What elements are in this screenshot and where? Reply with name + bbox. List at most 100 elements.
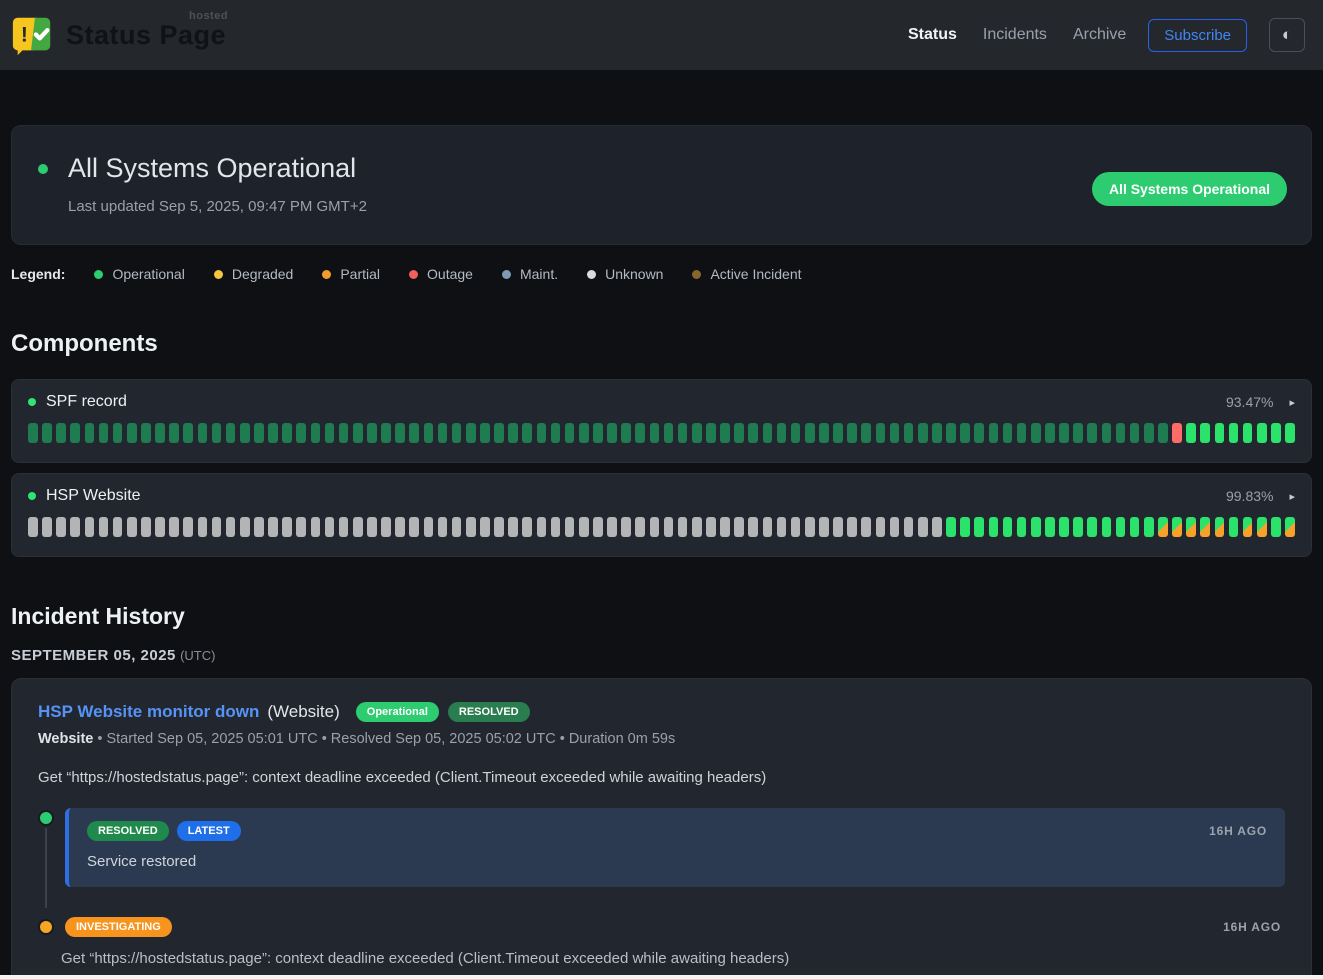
uptime-bar-darkgreen[interactable]	[1144, 423, 1154, 443]
uptime-bar-darkgreen[interactable]	[932, 423, 942, 443]
uptime-bar-darkgreen[interactable]	[621, 423, 631, 443]
uptime-bar-gray[interactable]	[296, 517, 306, 537]
uptime-bar-green[interactable]	[946, 517, 956, 537]
incident-title-link[interactable]: HSP Website monitor down	[38, 702, 259, 722]
uptime-bar-darkgreen[interactable]	[1017, 423, 1027, 443]
uptime-bar-green[interactable]	[1003, 517, 1013, 537]
uptime-bar-darkgreen[interactable]	[127, 423, 137, 443]
uptime-bar-darkgreen[interactable]	[1059, 423, 1069, 443]
uptime-bar-darkgreen[interactable]	[918, 423, 928, 443]
uptime-bar-darkgreen[interactable]	[904, 423, 914, 443]
uptime-bar-green[interactable]	[1271, 423, 1281, 443]
uptime-bar-darkgreen[interactable]	[296, 423, 306, 443]
uptime-bar-darkgreen[interactable]	[1116, 423, 1126, 443]
uptime-bar-gray[interactable]	[226, 517, 236, 537]
uptime-bar-green[interactable]	[1215, 423, 1225, 443]
uptime-bar-gray[interactable]	[56, 517, 66, 537]
uptime-bar-darkgreen[interactable]	[56, 423, 66, 443]
uptime-bar-gray[interactable]	[254, 517, 264, 537]
uptime-bar-darkgreen[interactable]	[466, 423, 476, 443]
uptime-bar-gray[interactable]	[565, 517, 575, 537]
uptime-bar-gray[interactable]	[85, 517, 95, 537]
uptime-bar-gray[interactable]	[381, 517, 391, 537]
uptime-bar-gray[interactable]	[169, 517, 179, 537]
uptime-bar-darkgreen[interactable]	[805, 423, 815, 443]
uptime-bar-darkgreen[interactable]	[183, 423, 193, 443]
uptime-bar-darkgreen[interactable]	[480, 423, 490, 443]
uptime-bar-green[interactable]	[1271, 517, 1281, 537]
uptime-bar-darkgreen[interactable]	[409, 423, 419, 443]
uptime-bar-gray[interactable]	[183, 517, 193, 537]
uptime-bar-darkgreen[interactable]	[1073, 423, 1083, 443]
uptime-bar-darkgreen[interactable]	[537, 423, 547, 443]
uptime-bar-darkgreen[interactable]	[1031, 423, 1041, 443]
uptime-bar-gray[interactable]	[692, 517, 702, 537]
subscribe-button[interactable]: Subscribe	[1148, 19, 1247, 52]
uptime-bar-darkgreen[interactable]	[339, 423, 349, 443]
uptime-bar-darkgreen[interactable]	[989, 423, 999, 443]
uptime-bar-darkgreen[interactable]	[438, 423, 448, 443]
uptime-bar-gray[interactable]	[522, 517, 532, 537]
uptime-bar-darkgreen[interactable]	[861, 423, 871, 443]
uptime-bar-gray[interactable]	[212, 517, 222, 537]
uptime-bar-darkgreen[interactable]	[381, 423, 391, 443]
uptime-bar-gray[interactable]	[438, 517, 448, 537]
uptime-bar-gray[interactable]	[282, 517, 292, 537]
uptime-bar-darkgreen[interactable]	[395, 423, 405, 443]
uptime-bar-gray[interactable]	[198, 517, 208, 537]
uptime-bar-darkgreen[interactable]	[960, 423, 970, 443]
uptime-bar-split[interactable]	[1215, 517, 1225, 537]
uptime-bar-darkgreen[interactable]	[254, 423, 264, 443]
theme-toggle-button[interactable]: ◐	[1269, 18, 1305, 52]
uptime-bar-darkgreen[interactable]	[579, 423, 589, 443]
uptime-bar-gray[interactable]	[42, 517, 52, 537]
uptime-bar-darkgreen[interactable]	[169, 423, 179, 443]
uptime-bar-gray[interactable]	[367, 517, 377, 537]
uptime-bar-green[interactable]	[1017, 517, 1027, 537]
uptime-bar-gray[interactable]	[99, 517, 109, 537]
uptime-bar-green[interactable]	[1144, 517, 1154, 537]
uptime-bar-gray[interactable]	[833, 517, 843, 537]
uptime-bar-darkgreen[interactable]	[847, 423, 857, 443]
uptime-bar-gray[interactable]	[918, 517, 928, 537]
nav-item-incidents[interactable]: Incidents	[983, 26, 1047, 44]
uptime-bar-darkgreen[interactable]	[763, 423, 773, 443]
uptime-bar-gray[interactable]	[805, 517, 815, 537]
uptime-bar-darkgreen[interactable]	[565, 423, 575, 443]
uptime-bar-green[interactable]	[1229, 517, 1239, 537]
uptime-bar-gray[interactable]	[876, 517, 886, 537]
uptime-bar-darkgreen[interactable]	[734, 423, 744, 443]
uptime-bar-green[interactable]	[1116, 517, 1126, 537]
uptime-bar-green[interactable]	[1285, 423, 1295, 443]
uptime-bar-gray[interactable]	[890, 517, 900, 537]
uptime-bar-gray[interactable]	[113, 517, 123, 537]
uptime-bar-gray[interactable]	[904, 517, 914, 537]
uptime-bar-darkgreen[interactable]	[706, 423, 716, 443]
uptime-bar-green[interactable]	[1087, 517, 1097, 537]
uptime-bar-darkgreen[interactable]	[42, 423, 52, 443]
uptime-bar-gray[interactable]	[395, 517, 405, 537]
uptime-bar-darkgreen[interactable]	[664, 423, 674, 443]
uptime-bar-gray[interactable]	[480, 517, 490, 537]
uptime-bar-gray[interactable]	[325, 517, 335, 537]
uptime-bar-darkgreen[interactable]	[240, 423, 250, 443]
uptime-bar-darkgreen[interactable]	[198, 423, 208, 443]
uptime-bar-split[interactable]	[1257, 517, 1267, 537]
uptime-bar-gray[interactable]	[763, 517, 773, 537]
uptime-bar-gray[interactable]	[593, 517, 603, 537]
uptime-bar-darkgreen[interactable]	[268, 423, 278, 443]
uptime-bar-green[interactable]	[1045, 517, 1055, 537]
uptime-bar-darkgreen[interactable]	[424, 423, 434, 443]
uptime-bar-green[interactable]	[1257, 423, 1267, 443]
uptime-bar-red[interactable]	[1172, 423, 1182, 443]
uptime-bar-darkgreen[interactable]	[890, 423, 900, 443]
uptime-bar-darkgreen[interactable]	[155, 423, 165, 443]
uptime-bar-gray[interactable]	[720, 517, 730, 537]
uptime-bar-gray[interactable]	[311, 517, 321, 537]
uptime-bar-gray[interactable]	[268, 517, 278, 537]
uptime-bar-gray[interactable]	[706, 517, 716, 537]
uptime-bar-darkgreen[interactable]	[1102, 423, 1112, 443]
uptime-bar-darkgreen[interactable]	[311, 423, 321, 443]
uptime-bar-green[interactable]	[960, 517, 970, 537]
uptime-bar-darkgreen[interactable]	[650, 423, 660, 443]
